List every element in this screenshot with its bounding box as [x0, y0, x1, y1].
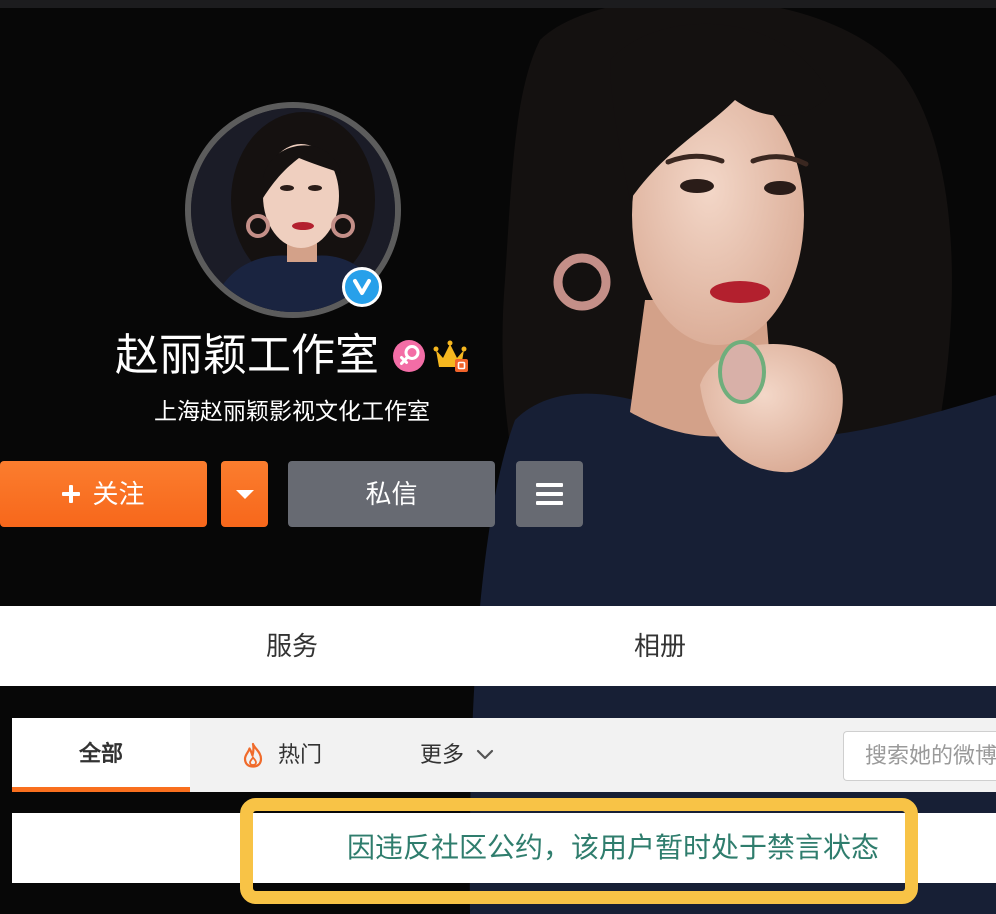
flame-icon: [243, 742, 263, 768]
nav-item-album[interactable]: 相册: [600, 606, 720, 686]
cover-left-eye: [680, 179, 714, 193]
follow-button[interactable]: 关注: [0, 461, 207, 527]
profile-name-row: 赵丽颖工作室: [0, 328, 584, 384]
tab-all[interactable]: 全部: [12, 718, 190, 792]
cover-ring: [718, 340, 766, 404]
nav-item-services[interactable]: 服务: [232, 606, 352, 686]
plus-icon: [62, 485, 81, 503]
chevron-down-icon: [476, 749, 494, 760]
follow-options-button[interactable]: [221, 461, 268, 527]
top-strip: [0, 0, 996, 8]
message-label: 私信: [365, 479, 418, 509]
cover-lips: [710, 281, 770, 303]
menu-icon: [536, 483, 563, 505]
profile-name: 赵丽颖工作室: [115, 331, 379, 380]
feed-tabbar: 全部 热门 更多: [12, 718, 996, 792]
tab-hot[interactable]: 热门: [241, 718, 322, 792]
search-input[interactable]: [843, 731, 996, 781]
profile-nav: 服务 相册: [0, 606, 996, 686]
verified-icon: [342, 267, 382, 307]
tab-more[interactable]: 更多: [420, 718, 494, 792]
profile-subtitle: 上海赵丽颖影视文化工作室: [154, 398, 430, 424]
profile-page: 赵丽颖工作室 上海赵丽颖影视文化工作室 关注 私信 服务 相册 全部 热门 更多…: [0, 0, 996, 914]
more-menu-button[interactable]: [516, 461, 583, 527]
crown-icon: [433, 340, 468, 372]
cover-right-eye: [764, 181, 796, 195]
message-button[interactable]: 私信: [288, 461, 495, 527]
caret-down-icon: [235, 489, 254, 499]
highlight-frame: [240, 798, 918, 904]
active-tab-indicator: [12, 787, 190, 792]
follow-label: 关注: [92, 479, 145, 509]
tab-more-label: 更多: [420, 742, 465, 767]
tab-hot-label: 热门: [278, 742, 323, 767]
female-icon: [393, 340, 425, 372]
tab-all-label: 全部: [78, 741, 123, 766]
